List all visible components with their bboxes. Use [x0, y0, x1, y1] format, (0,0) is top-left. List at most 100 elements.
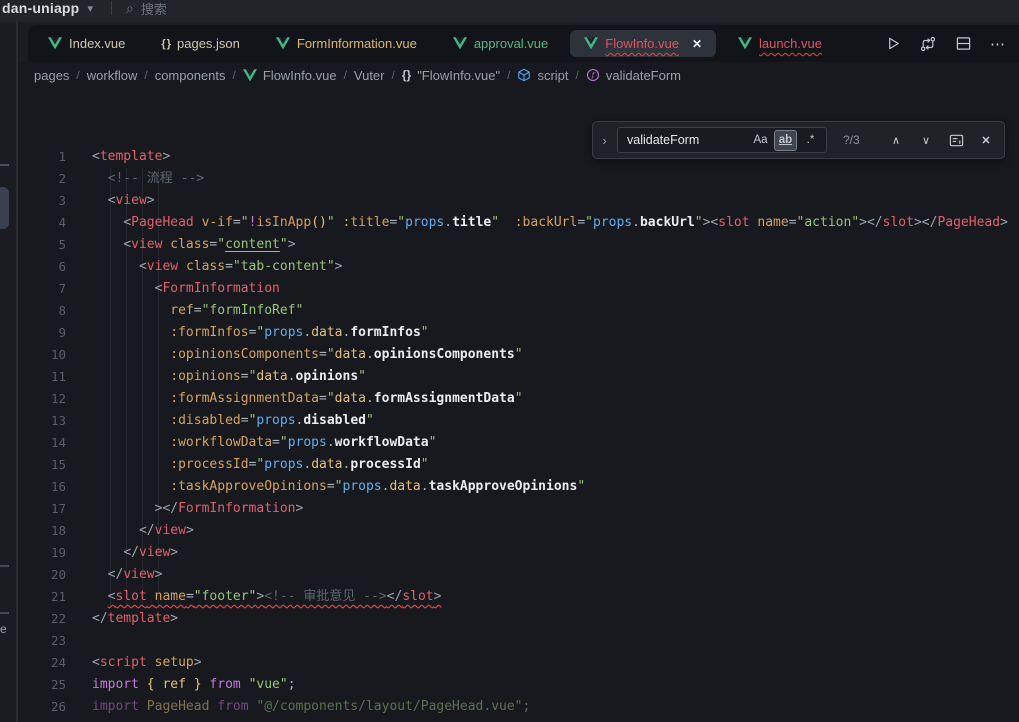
breadcrumb-separator: /: [344, 68, 347, 82]
side-panel-truncated: e: [0, 22, 16, 722]
tab-label: FlowInfo.vue: [605, 36, 679, 51]
line-number: 24: [18, 652, 66, 674]
line-number: 2: [18, 168, 66, 190]
code-line: 4 <PageHead v-if="!isInApp()" :title="pr…: [18, 212, 1019, 234]
code-line: 26 import PageHead from "@/components/lay…: [18, 696, 1019, 718]
code-line: 15 :processId="props.data.processId": [18, 454, 1019, 476]
tab-label: approval.vue: [474, 36, 548, 51]
breadcrumb-item-pages[interactable]: pages: [34, 68, 69, 83]
breadcrumb-item-script[interactable]: script: [517, 68, 568, 83]
code-line-text[interactable]: <view class="content">: [92, 234, 296, 256]
breadcrumb-item-components[interactable]: components: [155, 68, 226, 83]
code-line-text[interactable]: </view>: [92, 520, 194, 542]
code-line-text[interactable]: <!-- 流程 -->: [92, 168, 204, 190]
side-panel-selected-item[interactable]: [0, 187, 9, 229]
code-line-text[interactable]: import { ref } from "vue";: [92, 674, 296, 696]
code-line: 19 </view>: [18, 542, 1019, 564]
code-line-text[interactable]: <template>: [92, 146, 170, 168]
breadcrumb-separator: /: [76, 68, 79, 82]
whole-word-toggle[interactable]: ab: [774, 130, 797, 151]
code-line-text[interactable]: :processId="props.data.processId": [92, 454, 429, 476]
breadcrumb-item-flowinfovue[interactable]: FlowInfo.vue: [243, 68, 337, 83]
code-line-text[interactable]: </template>: [92, 608, 178, 630]
find-input[interactable]: [627, 133, 747, 147]
line-number: 1: [18, 146, 66, 168]
find-in-selection-icon[interactable]: [945, 129, 967, 151]
find-next-button[interactable]: ∨: [915, 129, 937, 151]
code-line-text[interactable]: ></FormInformation>: [92, 498, 303, 520]
code-line-text[interactable]: :formAssignmentData="data.formAssignment…: [92, 388, 523, 410]
side-panel-fragment: [0, 164, 9, 166]
code-editor[interactable]: 1<template>2 <!-- 流程 -->3 <view>4 <PageH…: [18, 88, 1019, 722]
compare-changes-icon[interactable]: [919, 35, 937, 53]
breadcrumb-label: "FlowInfo.vue": [417, 68, 500, 83]
title-bar: dan-uniapp ▾ ⌕ 搜索: [0, 0, 1019, 22]
breadcrumb-item-workflow[interactable]: workflow: [87, 68, 138, 83]
error-squiggle: <slot name="footer"><!-- 审批意见 --></slot>: [108, 589, 442, 604]
code-line: 24 <script setup>: [18, 652, 1019, 674]
package-icon: [517, 68, 531, 82]
run-button[interactable]: [884, 35, 902, 53]
code-line: 18 </view>: [18, 520, 1019, 542]
breadcrumb-separator: /: [392, 68, 395, 82]
side-panel-text-fragment: e: [0, 622, 7, 636]
breadcrumb-label: script: [537, 68, 568, 83]
vue-icon: [276, 37, 290, 50]
code-line-text[interactable]: <PageHead v-if="!isInApp()" :title="prop…: [92, 212, 1008, 234]
code-line: 12 :formAssignmentData="data.formAssignm…: [18, 388, 1019, 410]
code-line-text[interactable]: ref="formInfoRef": [92, 300, 303, 322]
code-line: 23: [18, 630, 1019, 652]
code-line-text[interactable]: :taskApproveOpinions="props.data.taskApp…: [92, 476, 585, 498]
vue-icon: [738, 37, 752, 50]
code-line: 16 :taskApproveOpinions="props.data.task…: [18, 476, 1019, 498]
breadcrumb-separator: /: [144, 68, 147, 82]
code-line: 9 :formInfos="props.data.formInfos": [18, 322, 1019, 344]
code-line-text[interactable]: import PageHead from "@/components/layou…: [92, 696, 530, 718]
code-line: 10 :opinionsComponents="data.opinionsCom…: [18, 344, 1019, 366]
code-line-text[interactable]: <slot name="footer"><!-- 审批意见 --></slot>: [92, 586, 441, 608]
global-search-box[interactable]: ⌕ 搜索: [126, 0, 167, 18]
tab-flowinfo-vue[interactable]: FlowInfo.vue ✕: [570, 30, 716, 57]
code-line: 5 <view class="content">: [18, 234, 1019, 256]
tab-launch-vue[interactable]: launch.vue: [724, 30, 836, 57]
code-line-text[interactable]: <FormInformation: [92, 278, 280, 300]
code-line: 13 :disabled="props.disabled": [18, 410, 1019, 432]
breadcrumb-item-vuter[interactable]: Vuter: [354, 68, 385, 83]
line-number: 16: [18, 476, 66, 498]
tab-index-vue[interactable]: Index.vue: [34, 30, 139, 57]
breadcrumb-label: FlowInfo.vue: [263, 68, 337, 83]
split-editor-icon[interactable]: [954, 35, 972, 53]
breadcrumb-item-flowinfovue[interactable]: {}"FlowInfo.vue": [402, 68, 500, 83]
find-widget: › Aaab.* ?/3 ∧ ∨ ✕: [592, 121, 1005, 159]
code-line-text[interactable]: :formInfos="props.data.formInfos": [92, 322, 429, 344]
search-placeholder: 搜索: [141, 0, 167, 18]
code-line-text[interactable]: :opinions="data.opinions": [92, 366, 366, 388]
line-number: 10: [18, 344, 66, 366]
toggle-replace-chevron-icon[interactable]: ›: [593, 122, 617, 158]
tab-pages-json[interactable]: { }pages.json: [147, 30, 254, 57]
match-case-toggle[interactable]: Aa: [749, 130, 772, 151]
find-close-icon[interactable]: ✕: [975, 129, 997, 151]
code-line-text[interactable]: </view>: [92, 564, 162, 586]
tab-approval-vue[interactable]: approval.vue: [439, 30, 562, 57]
find-input-box: Aaab.*: [617, 127, 827, 153]
tab-label: FormInformation.vue: [297, 36, 417, 51]
code-line-text[interactable]: :opinionsComponents="data.opinionsCompon…: [92, 344, 523, 366]
project-selector[interactable]: dan-uniapp: [2, 0, 79, 16]
code-line-text[interactable]: :disabled="props.disabled": [92, 410, 374, 432]
titlebar-divider: [111, 1, 112, 15]
tab-forminformation-vue[interactable]: FormInformation.vue: [262, 30, 431, 57]
code-line-text[interactable]: <script setup>: [92, 652, 202, 674]
code-line-text[interactable]: :workflowData="props.workflowData": [92, 432, 436, 454]
line-number: 26: [18, 696, 66, 718]
code-line-text[interactable]: <view>: [92, 190, 155, 212]
code-line-text[interactable]: </view>: [92, 542, 178, 564]
more-actions-icon[interactable]: ⋯: [989, 35, 1007, 53]
regex-toggle[interactable]: .*: [799, 130, 822, 151]
breadcrumb-item-validateform[interactable]: fvalidateForm: [586, 68, 681, 83]
method-icon: f: [586, 68, 600, 82]
find-previous-button[interactable]: ∧: [885, 129, 907, 151]
tab-close-icon[interactable]: ✕: [692, 37, 702, 51]
code-line-text[interactable]: <view class="tab-content">: [92, 256, 342, 278]
line-number: 15: [18, 454, 66, 476]
